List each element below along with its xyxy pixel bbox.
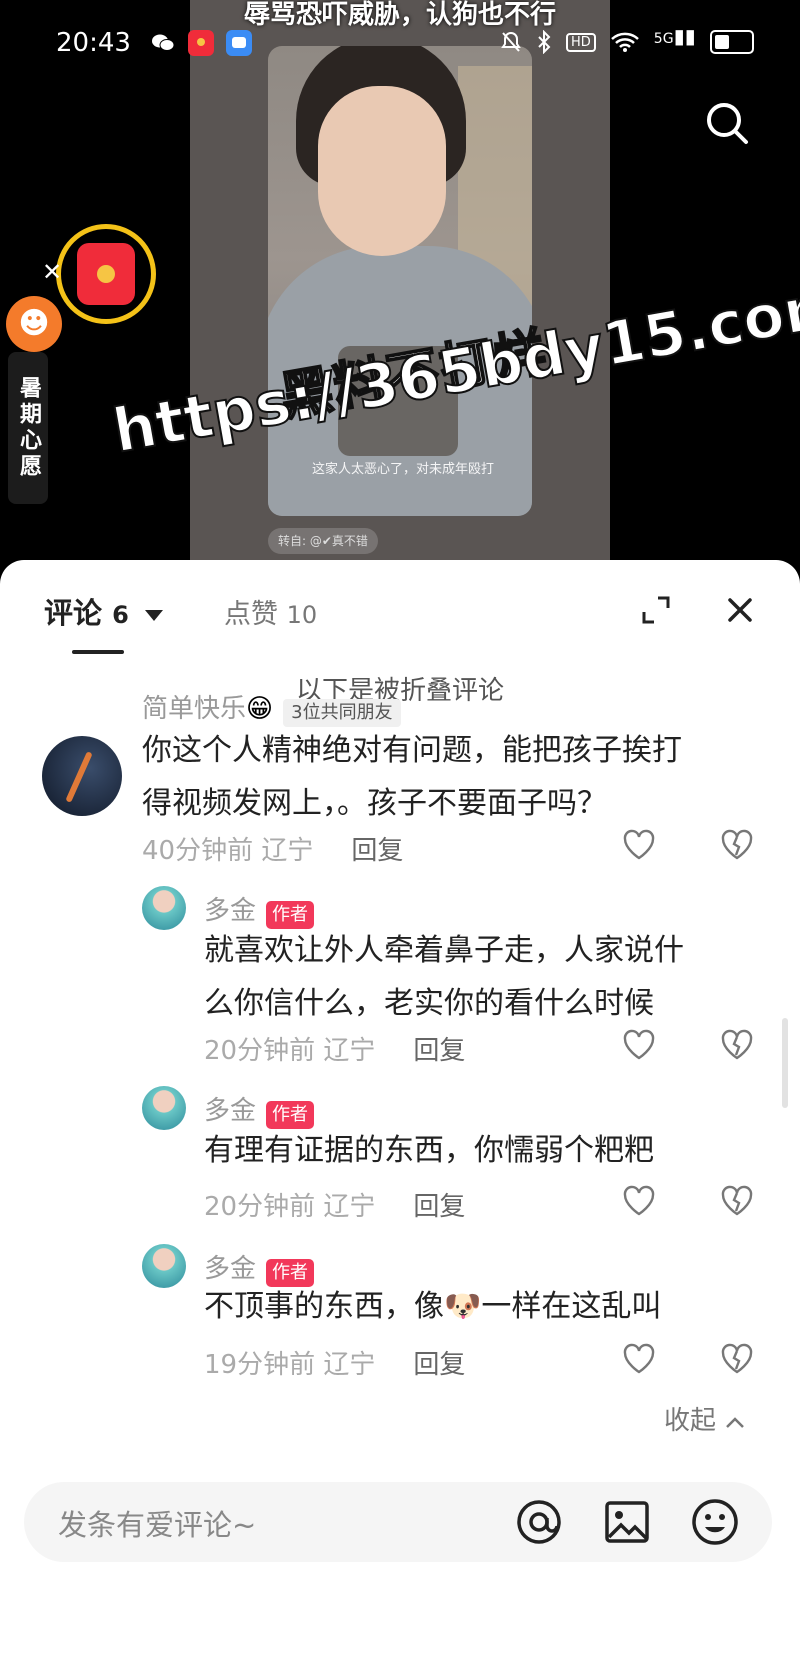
comment-meta: 20分钟前 辽宁 回复 [204, 1192, 466, 1222]
comment-username[interactable]: 多金 [204, 1096, 256, 1126]
close-icon[interactable]: ✕ [42, 258, 62, 286]
hd-icon: HD [566, 32, 596, 52]
comment-input[interactable]: 发条有爱评论~ [24, 1482, 772, 1562]
like-heart-icon[interactable] [622, 1184, 656, 1218]
close-icon[interactable] [724, 594, 756, 626]
avatar[interactable] [142, 1244, 186, 1288]
dislike-heart-icon[interactable] [720, 1342, 754, 1376]
reply-button[interactable]: 回复 [413, 1192, 465, 1222]
forward-source[interactable]: 转自: @✔真不错 [268, 528, 378, 554]
comment-header: 多金 作者 [204, 1090, 315, 1129]
reply-button[interactable]: 回复 [351, 836, 403, 866]
avatar[interactable] [42, 736, 122, 816]
comment-username[interactable]: 简单快乐 [142, 694, 246, 724]
chevron-up-icon [726, 1416, 745, 1428]
like-heart-icon[interactable] [622, 1028, 656, 1062]
status-app-icons [150, 30, 252, 56]
comment-header: 多金 作者 [204, 890, 315, 929]
expand-icon[interactable] [640, 594, 672, 626]
reply-button[interactable]: 回复 [413, 1036, 465, 1066]
summer-wish-tab[interactable]: 暑期心愿 [8, 352, 48, 504]
battery-icon [709, 30, 754, 54]
dog-emoji: 🐶 [444, 1289, 482, 1324]
comment-text[interactable]: 你这个人精神绝对有问题，能把孩子挨打 得视频发网上，。孩子不要面子吗？ [142, 724, 682, 830]
wifi-icon [610, 32, 639, 52]
at-icon[interactable] [514, 1497, 564, 1547]
redpacket-icon [77, 243, 135, 305]
comment-meta: 19分钟前 辽宁 回复 [204, 1350, 466, 1380]
comment-sheet: 评论 6 点赞 10 以下是被折叠评论 简单快乐😁 3位共同朋友 你这个人精神绝对… [0, 560, 800, 1672]
bluetooth-icon [538, 30, 551, 54]
scrollbar[interactable] [782, 1018, 788, 1108]
comment-header: 简单快乐😁 3位共同朋友 [142, 688, 401, 727]
5g-signal-icon: 5G▮▮ [653, 24, 696, 48]
tab-likes[interactable]: 点赞 10 [224, 592, 317, 631]
search-icon[interactable] [704, 100, 750, 146]
emoji-icon[interactable] [690, 1497, 740, 1547]
comment-text[interactable]: 就喜欢让外人牵着鼻子走，人家说什 么你信什么，老实你的看什么时候 [204, 924, 684, 1030]
avatar[interactable] [142, 886, 186, 930]
comment-meta: 20分钟前 辽宁 回复 [204, 1036, 466, 1066]
tab-comments[interactable]: 评论 6 [44, 590, 163, 632]
image-icon[interactable] [602, 1497, 652, 1547]
redpacket-icon [188, 30, 214, 56]
tab-active-indicator [72, 650, 124, 654]
caret-down-icon [144, 609, 163, 621]
reply-button[interactable]: 回复 [413, 1350, 465, 1380]
video-player[interactable]: 这家人太恶心了，对未成年殴打 转自: @✔真不错 辱骂恐吓威胁，认狗也不行 20… [0, 0, 800, 570]
comment-meta: 40分钟前 辽宁 回复 [142, 836, 404, 866]
comment-text[interactable]: 不顶事的东西，像🐶一样在这乱叫 [204, 1280, 661, 1333]
wechat-icon [150, 30, 176, 56]
dislike-heart-icon[interactable] [720, 1184, 754, 1218]
comment-input-placeholder: 发条有爱评论~ [58, 1508, 257, 1542]
video-caption: 这家人太恶心了，对未成年殴打 [311, 462, 494, 477]
comment-username[interactable]: 多金 [204, 896, 256, 926]
like-heart-icon[interactable] [622, 1342, 656, 1376]
like-heart-icon[interactable] [622, 828, 656, 862]
grin-emoji: 😁 [246, 694, 274, 724]
status-time: 20:43 [56, 28, 131, 58]
person-image [318, 86, 446, 256]
comment-text[interactable]: 有理有证据的东西，你懦弱个粑粑 [204, 1124, 654, 1177]
video-title: 辱骂恐吓威胁，认狗也不行 [243, 0, 556, 30]
dislike-heart-icon[interactable] [720, 1028, 754, 1062]
mascot-icon[interactable]: ☻ [6, 296, 62, 352]
avatar[interactable] [142, 1086, 186, 1130]
mutual-friends-badge: 3位共同朋友 [283, 698, 401, 727]
video-content: 这家人太恶心了，对未成年殴打 [268, 46, 532, 516]
dislike-heart-icon[interactable] [720, 828, 754, 862]
message-icon [226, 30, 252, 56]
redpacket-button[interactable] [56, 224, 156, 324]
mute-icon [501, 31, 521, 52]
collapse-button[interactable]: 收起 [664, 1400, 746, 1437]
status-system-icons: HD 5G▮▮ [500, 24, 754, 54]
